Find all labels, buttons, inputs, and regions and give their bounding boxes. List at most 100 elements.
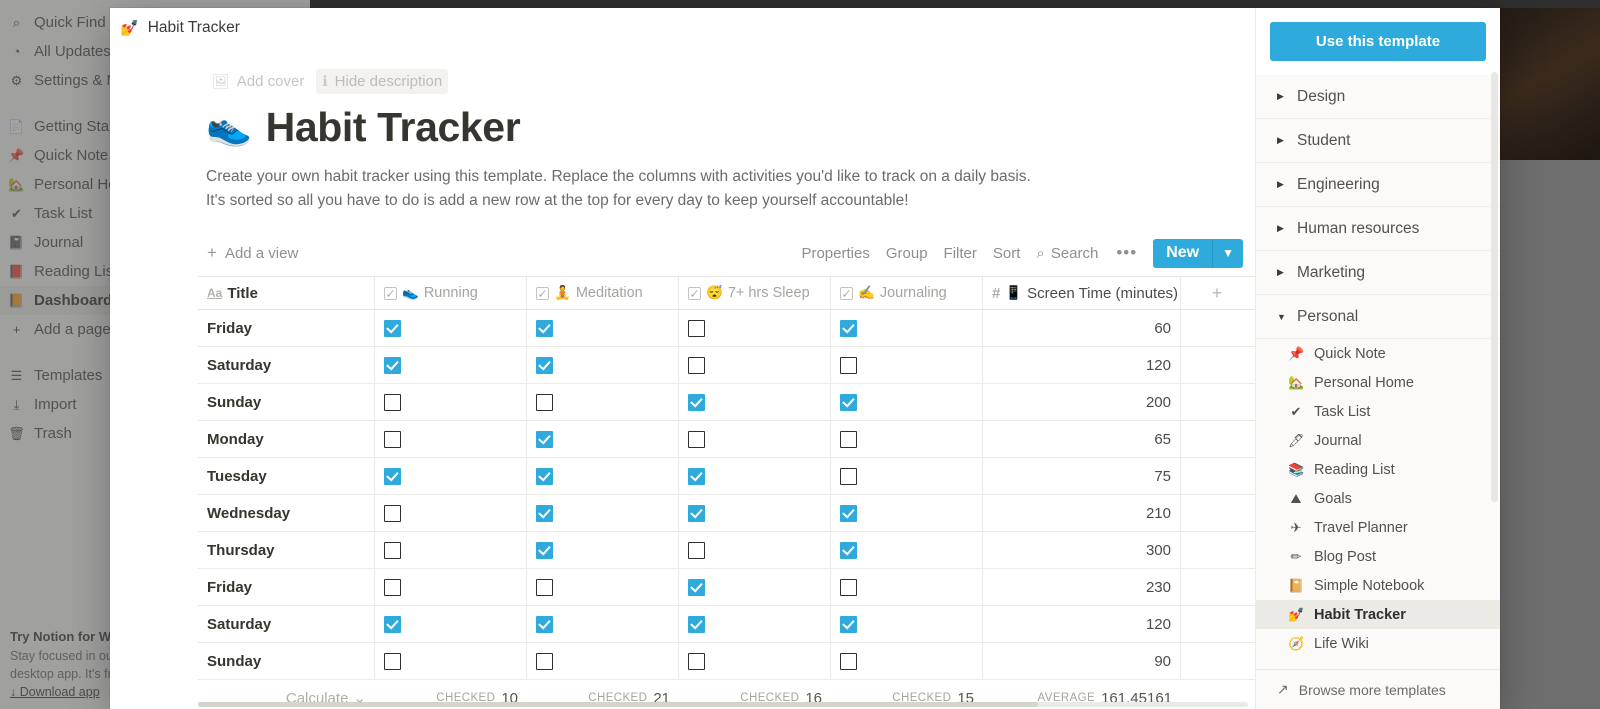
chevron-down-icon[interactable]: ▼ — [1213, 238, 1243, 268]
checkbox-running[interactable] — [384, 430, 401, 448]
checkbox-journaling[interactable] — [840, 615, 857, 633]
cell-screen-time[interactable]: 90 — [983, 643, 1181, 680]
cell-running[interactable] — [375, 421, 527, 458]
panel-scrollbar[interactable] — [1491, 72, 1498, 502]
checkbox-meditation[interactable] — [536, 541, 553, 559]
template-item-travel-planner[interactable]: ✈ Travel Planner — [1256, 513, 1500, 542]
cell-journaling[interactable] — [831, 421, 983, 458]
checkbox-sleep[interactable] — [688, 319, 705, 337]
table-row[interactable]: Saturday 120 — [198, 347, 1256, 385]
checkbox-journaling[interactable] — [840, 652, 857, 670]
checkbox-sleep[interactable] — [688, 578, 705, 596]
template-item-personal-home[interactable]: 🏡 Personal Home — [1256, 368, 1500, 397]
cell-journaling[interactable] — [831, 643, 983, 680]
checkbox-sleep[interactable] — [688, 356, 705, 374]
cell-running[interactable] — [375, 384, 527, 421]
cell-meditation[interactable] — [527, 606, 679, 643]
cell-sleep[interactable] — [679, 347, 831, 384]
checkbox-meditation[interactable] — [536, 615, 553, 633]
checkbox-meditation[interactable] — [536, 504, 553, 522]
template-item-journal[interactable]: 🖊 Journal — [1256, 426, 1500, 455]
checkbox-running[interactable] — [384, 319, 401, 337]
checkbox-journaling[interactable] — [840, 467, 857, 485]
cell-title[interactable]: Tuesday — [198, 458, 375, 495]
checkbox-sleep[interactable] — [688, 393, 705, 411]
template-item-blog-post[interactable]: ✏ Blog Post — [1256, 542, 1500, 571]
template-item-goals[interactable]: ⛰ Goals — [1256, 484, 1500, 513]
cell-meditation[interactable] — [527, 458, 679, 495]
column-header-meditation[interactable]: ✓ 🧘 Meditation — [527, 277, 679, 310]
cell-screen-time[interactable]: 300 — [983, 532, 1181, 569]
toolbar-sort-button[interactable]: Sort — [985, 241, 1029, 266]
new-row-button[interactable]: New ▼ — [1153, 238, 1243, 268]
cell-sleep[interactable] — [679, 532, 831, 569]
cell-title[interactable]: Saturday — [198, 606, 375, 643]
table-row[interactable]: Thursday 300 — [198, 532, 1256, 570]
cell-running[interactable] — [375, 458, 527, 495]
checkbox-journaling[interactable] — [840, 393, 857, 411]
checkbox-running[interactable] — [384, 467, 401, 485]
cell-screen-time[interactable]: 60 — [983, 310, 1181, 347]
checkbox-running[interactable] — [384, 652, 401, 670]
cell-meditation[interactable] — [527, 532, 679, 569]
checkbox-sleep[interactable] — [688, 541, 705, 559]
cell-title[interactable]: Sunday — [198, 643, 375, 680]
toolbar-filter-button[interactable]: Filter — [936, 241, 985, 266]
search-button[interactable]: ⌕ Search — [1028, 241, 1106, 266]
cell-sleep[interactable] — [679, 458, 831, 495]
checkbox-meditation[interactable] — [536, 578, 553, 596]
cell-journaling[interactable] — [831, 569, 983, 606]
template-item-quick-note[interactable]: 📌 Quick Note — [1256, 339, 1500, 368]
category-design[interactable]: ▶ Design — [1256, 75, 1500, 119]
add-a-view-button[interactable]: + Add a view — [202, 240, 303, 266]
cell-journaling[interactable] — [831, 458, 983, 495]
cell-title[interactable]: Sunday — [198, 384, 375, 421]
cell-screen-time[interactable]: 210 — [983, 495, 1181, 532]
cell-title[interactable]: Monday — [198, 421, 375, 458]
checkbox-journaling[interactable] — [840, 578, 857, 596]
category-personal[interactable]: ▼ Personal — [1256, 295, 1500, 339]
column-header-running[interactable]: ✓ 👟 Running — [375, 277, 527, 310]
cell-journaling[interactable] — [831, 532, 983, 569]
cell-meditation[interactable] — [527, 569, 679, 606]
cell-journaling[interactable] — [831, 347, 983, 384]
template-item-simple-notebook[interactable]: 📔 Simple Notebook — [1256, 571, 1500, 600]
checkbox-meditation[interactable] — [536, 393, 553, 411]
checkbox-meditation[interactable] — [536, 652, 553, 670]
checkbox-sleep[interactable] — [688, 615, 705, 633]
checkbox-journaling[interactable] — [840, 541, 857, 559]
cell-title[interactable]: Saturday — [198, 347, 375, 384]
cell-meditation[interactable] — [527, 495, 679, 532]
cell-meditation[interactable] — [527, 421, 679, 458]
toolbar-properties-button[interactable]: Properties — [793, 241, 877, 266]
cell-screen-time[interactable]: 120 — [983, 606, 1181, 643]
cell-journaling[interactable] — [831, 495, 983, 532]
column-header-journaling[interactable]: ✓ ✍ Journaling — [831, 277, 983, 310]
cell-sleep[interactable] — [679, 421, 831, 458]
add-cover-button[interactable]: 🖼 Add cover — [206, 69, 310, 94]
cell-screen-time[interactable]: 75 — [983, 458, 1181, 495]
cell-running[interactable] — [375, 606, 527, 643]
column-header-sleep[interactable]: ✓ 😴 7+ hrs Sleep — [679, 277, 831, 310]
cell-meditation[interactable] — [527, 347, 679, 384]
checkbox-sleep[interactable] — [688, 652, 705, 670]
add-column-button[interactable]: + — [1181, 277, 1253, 309]
cell-title[interactable]: Friday — [198, 569, 375, 606]
checkbox-journaling[interactable] — [840, 319, 857, 337]
template-item-reading-list[interactable]: 📚 Reading List — [1256, 455, 1500, 484]
toolbar-group-button[interactable]: Group — [878, 241, 936, 266]
table-row[interactable]: Saturday 120 — [198, 606, 1256, 644]
cell-journaling[interactable] — [831, 384, 983, 421]
table-row[interactable]: Sunday 90 — [198, 643, 1256, 681]
hide-description-button[interactable]: ℹ Hide description — [316, 68, 449, 94]
cell-sleep[interactable] — [679, 495, 831, 532]
checkbox-meditation[interactable] — [536, 356, 553, 374]
cell-screen-time[interactable]: 120 — [983, 347, 1181, 384]
checkbox-meditation[interactable] — [536, 319, 553, 337]
cell-sleep[interactable] — [679, 643, 831, 680]
checkbox-running[interactable] — [384, 356, 401, 374]
cell-journaling[interactable] — [831, 606, 983, 643]
table-row[interactable]: Friday 60 — [198, 310, 1256, 348]
checkbox-running[interactable] — [384, 578, 401, 596]
cell-meditation[interactable] — [527, 643, 679, 680]
